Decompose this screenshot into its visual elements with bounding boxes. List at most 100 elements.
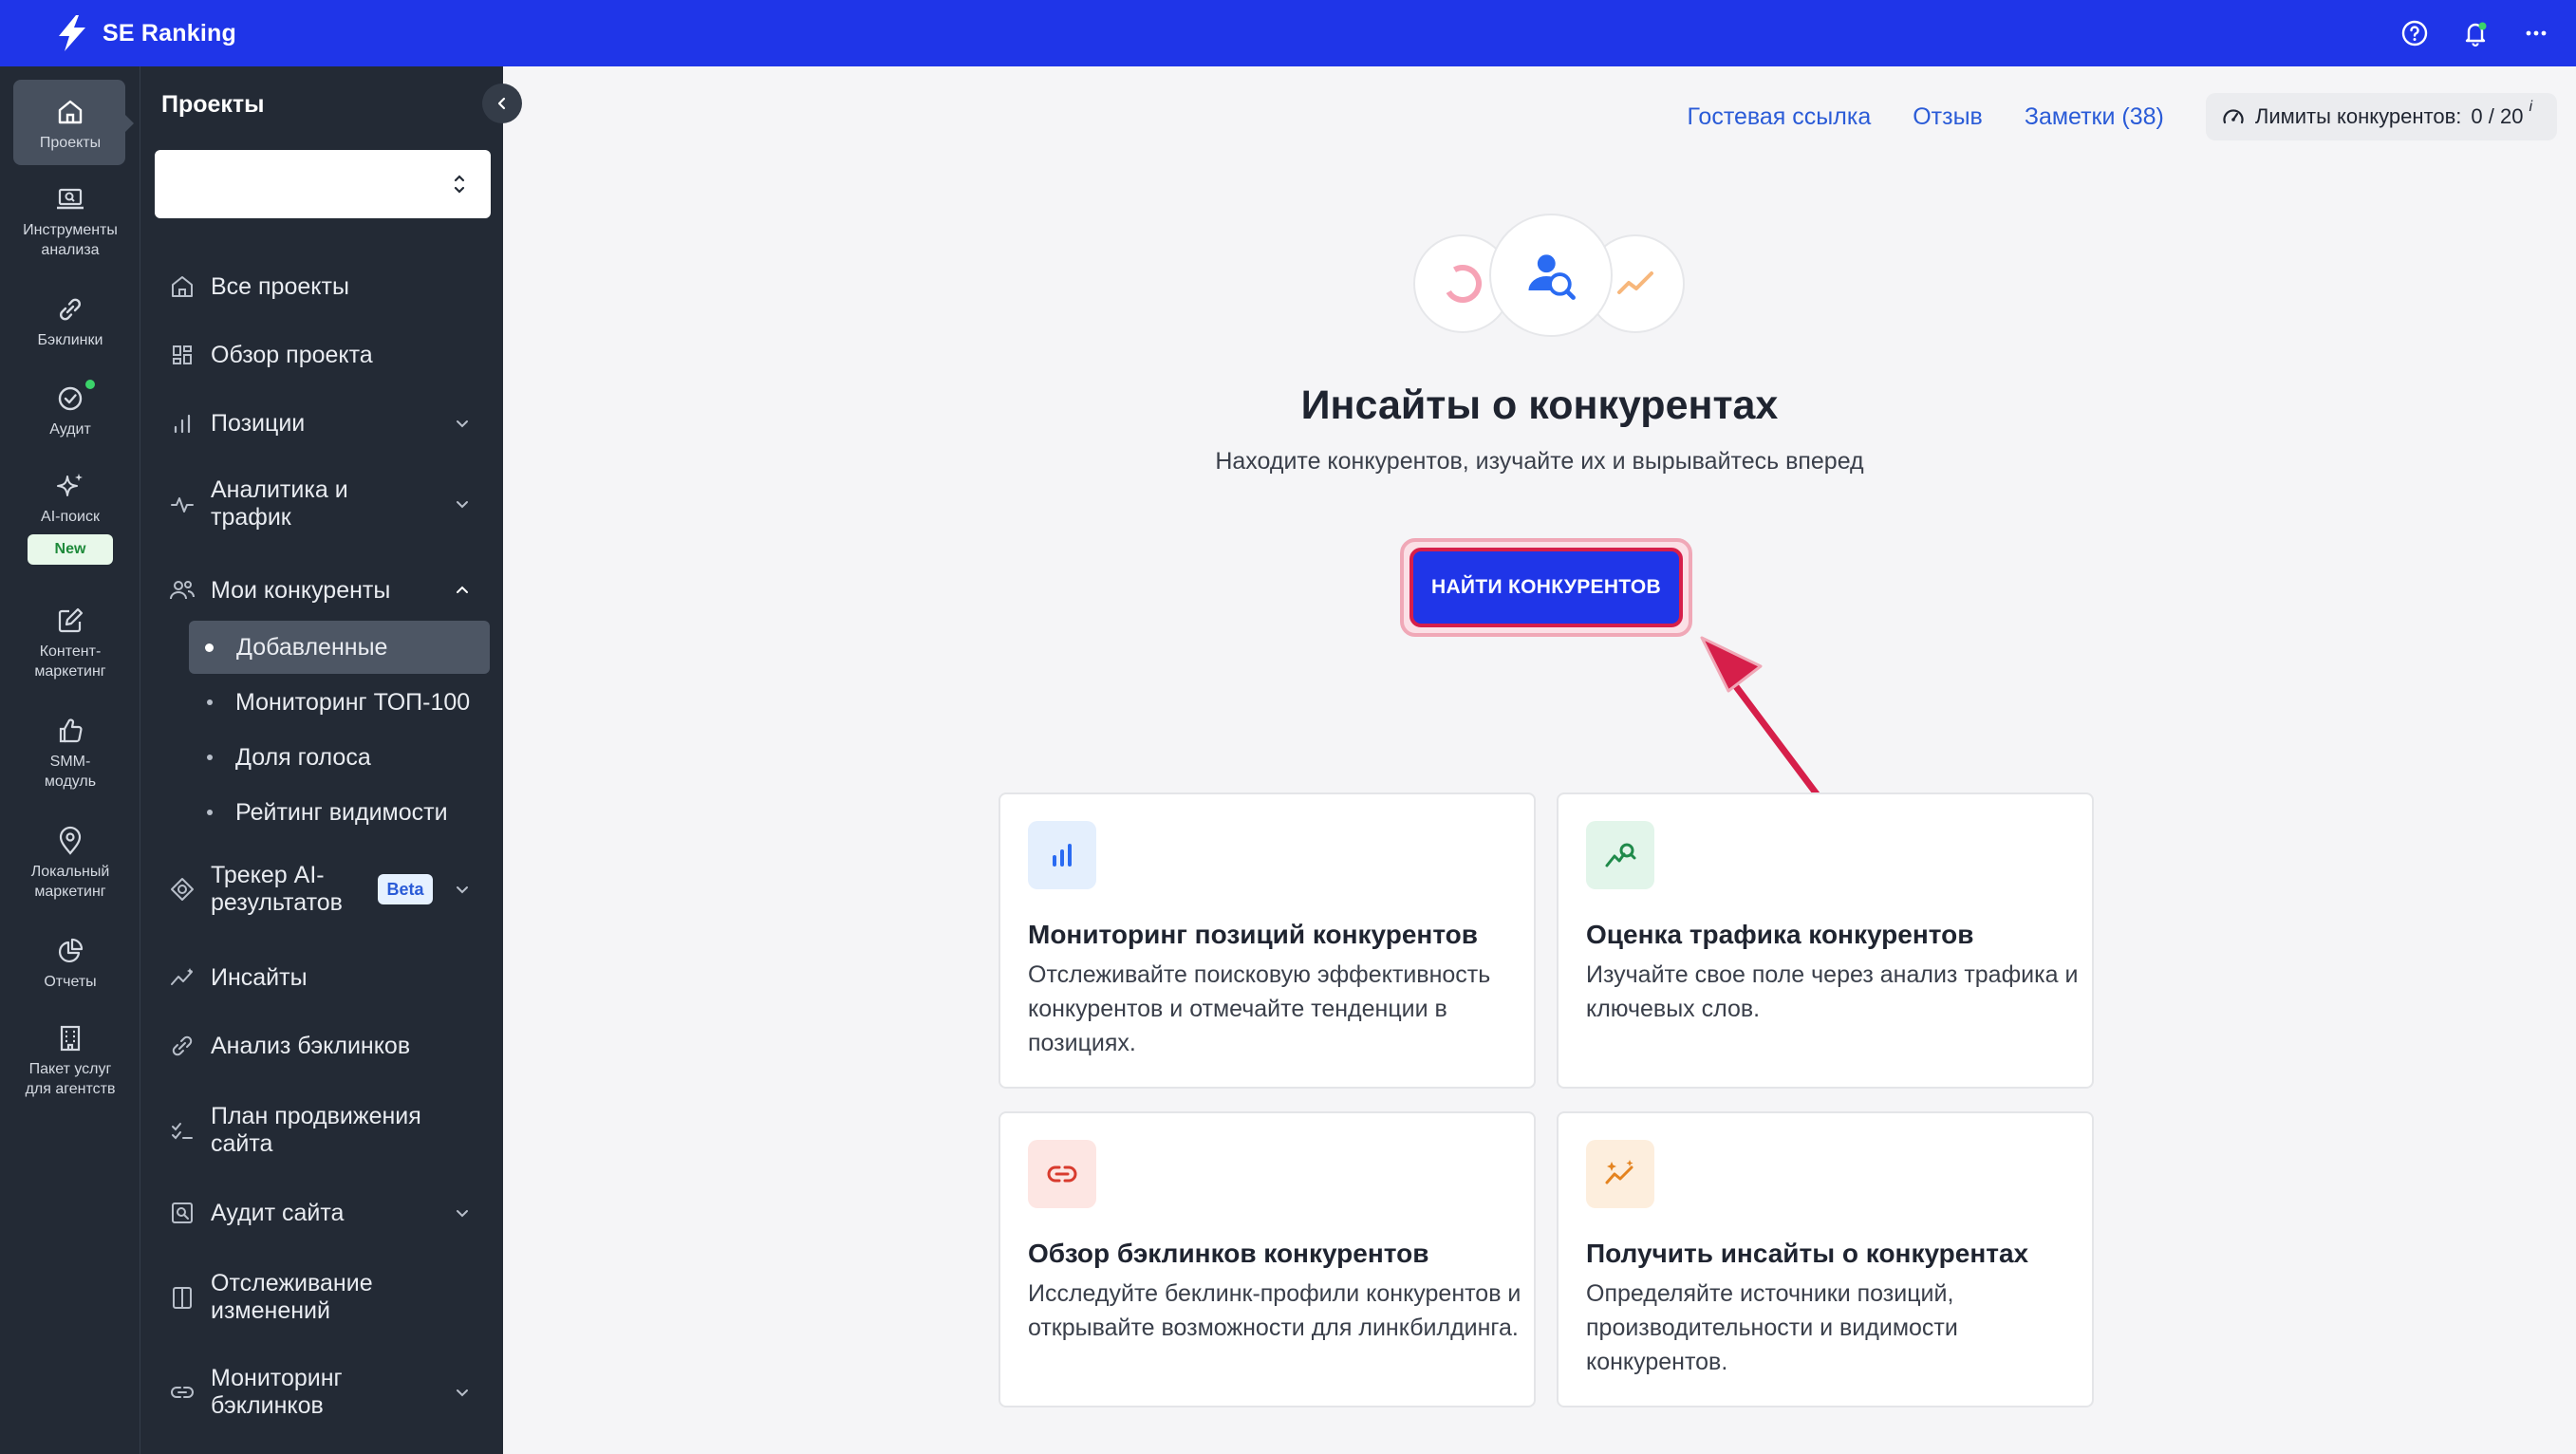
sub-item-added[interactable]: Добавленные bbox=[189, 621, 490, 674]
sub-item-label: Мониторинг ТОП-100 bbox=[235, 688, 471, 716]
rail-label: AI-поиск bbox=[41, 509, 100, 525]
brand-name: SE Ranking bbox=[103, 19, 236, 47]
ai-tracker-icon bbox=[171, 878, 194, 901]
rail-item-agency-pack[interactable]: Пакет услуг для агентств bbox=[0, 1021, 140, 1099]
nav-item-change-tracking[interactable]: Отслеживание изменений bbox=[140, 1270, 503, 1325]
rail-item-projects[interactable]: Проекты bbox=[0, 95, 140, 153]
project-select[interactable] bbox=[155, 150, 491, 218]
sub-item-visibility-rating[interactable]: Рейтинг видимости bbox=[189, 786, 490, 839]
card-description: Исследуйте беклинк-профили конкурентов и… bbox=[1028, 1280, 1521, 1341]
nav-item-backlink-analysis[interactable]: Анализ бэклинков bbox=[140, 1031, 503, 1061]
nav-item-label: Отслеживание изменений bbox=[211, 1270, 373, 1324]
feature-card-backlink-review[interactable]: Обзор бэклинков конкурентов Исследуйте б… bbox=[999, 1111, 1536, 1407]
logo[interactable]: SE Ranking bbox=[53, 13, 236, 53]
nav-item-label: Обзор проекта bbox=[211, 341, 373, 368]
card-title: Мониторинг позиций конкурентов bbox=[1028, 920, 1478, 949]
bar-chart-icon bbox=[1028, 821, 1096, 889]
rail-item-ai-search[interactable]: AI-поиск New bbox=[0, 469, 140, 565]
card-description: Определяйте источники позиций, производи… bbox=[1586, 1280, 1958, 1375]
notes-link[interactable]: Заметки (38) bbox=[2025, 103, 2164, 131]
card-title: Обзор бэклинков конкурентов bbox=[1028, 1239, 1429, 1268]
nav-panel: Проекты Все проекты Обзор проекта Позици… bbox=[140, 66, 522, 1454]
rail-label: Контент-маркетинг bbox=[34, 643, 106, 680]
sub-item-top100-monitoring[interactable]: Мониторинг ТОП-100 bbox=[189, 676, 490, 729]
lightning-logo-icon bbox=[59, 15, 85, 51]
guest-link[interactable]: Гостевая ссылка bbox=[1688, 103, 1872, 131]
nav-item-backlink-monitoring[interactable]: Мониторинг бэклинков bbox=[140, 1365, 503, 1420]
rail-label: Аудит bbox=[49, 421, 91, 438]
search-doc-icon bbox=[172, 1202, 193, 1223]
nav-item-all-projects[interactable]: Все проекты bbox=[140, 271, 503, 302]
nav-item-insights[interactable]: Инсайты bbox=[140, 962, 503, 993]
rail-item-local-marketing[interactable]: Локальный маркетинг bbox=[0, 824, 140, 902]
main-content: Гостевая ссылка Отзыв Заметки (38) Лимит… bbox=[503, 66, 2576, 1454]
bell-icon bbox=[2465, 22, 2487, 47]
card-description: Изучайте свое поле через анализ трафика … bbox=[1586, 961, 2079, 1022]
sparkle-icon bbox=[57, 474, 83, 496]
rail-item-audit[interactable]: Аудит bbox=[0, 380, 140, 439]
chevron-down-icon bbox=[457, 420, 468, 428]
trend-sparkle-icon bbox=[1586, 1140, 1654, 1208]
feature-card-competitor-insights[interactable]: Получить инсайты о конкурентах Определяй… bbox=[1557, 1111, 2094, 1407]
sub-item-label: Добавленные bbox=[236, 633, 388, 661]
top-bar: SE Ranking bbox=[0, 0, 2576, 66]
map-pin-icon bbox=[59, 826, 82, 855]
nav-item-ai-results-tracker[interactable]: Трекер AI-результатов Beta bbox=[140, 862, 503, 917]
rail-label: Проекты bbox=[39, 135, 102, 151]
help-icon bbox=[2401, 20, 2428, 47]
feature-card-position-monitoring[interactable]: Мониторинг позиций конкурентов Отслежива… bbox=[999, 792, 1536, 1089]
link-monitor-icon bbox=[171, 1387, 194, 1398]
nav-item-label: План продвижения сайта bbox=[211, 1103, 421, 1157]
rail-label: Бэклинки bbox=[37, 332, 103, 348]
sub-item-share-of-voice[interactable]: Доля голоса bbox=[189, 731, 490, 784]
nav-item-label: Мои конкуренты bbox=[211, 576, 391, 604]
nav-item-my-competitors[interactable]: Мои конкуренты bbox=[140, 575, 503, 606]
nav-item-site-audit[interactable]: Аудит сайта bbox=[140, 1198, 503, 1228]
nav-item-label: Инсайты bbox=[211, 963, 308, 991]
nav-item-analytics-traffic[interactable]: Аналитика и трафик bbox=[140, 476, 503, 531]
nav-item-promotion-plan[interactable]: План продвижения сайта bbox=[140, 1103, 503, 1158]
rail-item-smm[interactable]: SMM-модуль bbox=[0, 714, 140, 792]
rail-item-backlinks[interactable]: Бэклинки bbox=[0, 292, 140, 350]
more-icon bbox=[2526, 30, 2547, 36]
nav-panel-title: Проекты bbox=[161, 91, 265, 118]
more-menu-button[interactable] bbox=[2506, 0, 2567, 66]
chevron-down-icon bbox=[457, 1389, 468, 1397]
rail-label: Отчеты bbox=[44, 974, 97, 990]
checklist-icon bbox=[172, 1123, 193, 1140]
user-search-icon bbox=[1489, 214, 1613, 337]
cta-highlight: НАЙТИ КОНКУРЕНТОВ bbox=[1400, 538, 1692, 637]
rail-item-analysis-tools[interactable]: Инструменты анализа bbox=[0, 182, 140, 260]
feature-card-traffic-estimation[interactable]: Оценка трафика конкурентов Изучайте свое… bbox=[1557, 792, 2094, 1089]
edit-icon bbox=[58, 607, 84, 633]
nav-item-label: Трекер AI-результатов bbox=[211, 862, 343, 916]
collapse-sidebar-button[interactable] bbox=[482, 84, 522, 123]
nav-item-label: Аудит сайта bbox=[211, 1199, 345, 1226]
chevron-down-icon bbox=[457, 1210, 468, 1218]
compare-icon bbox=[173, 1287, 192, 1309]
feedback-link[interactable]: Отзыв bbox=[1913, 103, 1983, 131]
rail-item-reports[interactable]: Отчеты bbox=[0, 934, 140, 992]
help-button[interactable] bbox=[2384, 0, 2445, 66]
gauge-icon bbox=[2223, 109, 2244, 124]
notifications-button[interactable] bbox=[2445, 0, 2506, 66]
users-icon bbox=[170, 581, 195, 600]
nav-item-label: Все проекты bbox=[211, 272, 349, 300]
check-circle-icon bbox=[58, 386, 83, 411]
nav-item-positions[interactable]: Позиции bbox=[140, 408, 503, 438]
nav-item-project-overview[interactable]: Обзор проекта bbox=[140, 340, 503, 370]
rail-label: SMM-модуль bbox=[44, 754, 97, 790]
rail-item-content-marketing[interactable]: Контент-маркетинг bbox=[0, 604, 140, 681]
trend-icon bbox=[171, 968, 193, 985]
hero-title: Инсайты о конкурентах bbox=[1300, 382, 1779, 428]
new-badge: New bbox=[28, 534, 113, 565]
find-competitors-button[interactable]: НАЙТИ КОНКУРЕНТОВ bbox=[1409, 548, 1683, 627]
info-icon[interactable]: i bbox=[2529, 99, 2532, 116]
nav-item-label: Аналитика и трафик bbox=[211, 476, 348, 531]
chevron-left-icon bbox=[497, 97, 506, 110]
card-title: Получить инсайты о конкурентах bbox=[1586, 1239, 2029, 1268]
dashboard-icon bbox=[173, 345, 192, 364]
sub-item-label: Рейтинг видимости bbox=[235, 798, 448, 826]
bullet bbox=[207, 699, 213, 705]
limits-label: Лимиты конкурентов: bbox=[2254, 104, 2462, 128]
